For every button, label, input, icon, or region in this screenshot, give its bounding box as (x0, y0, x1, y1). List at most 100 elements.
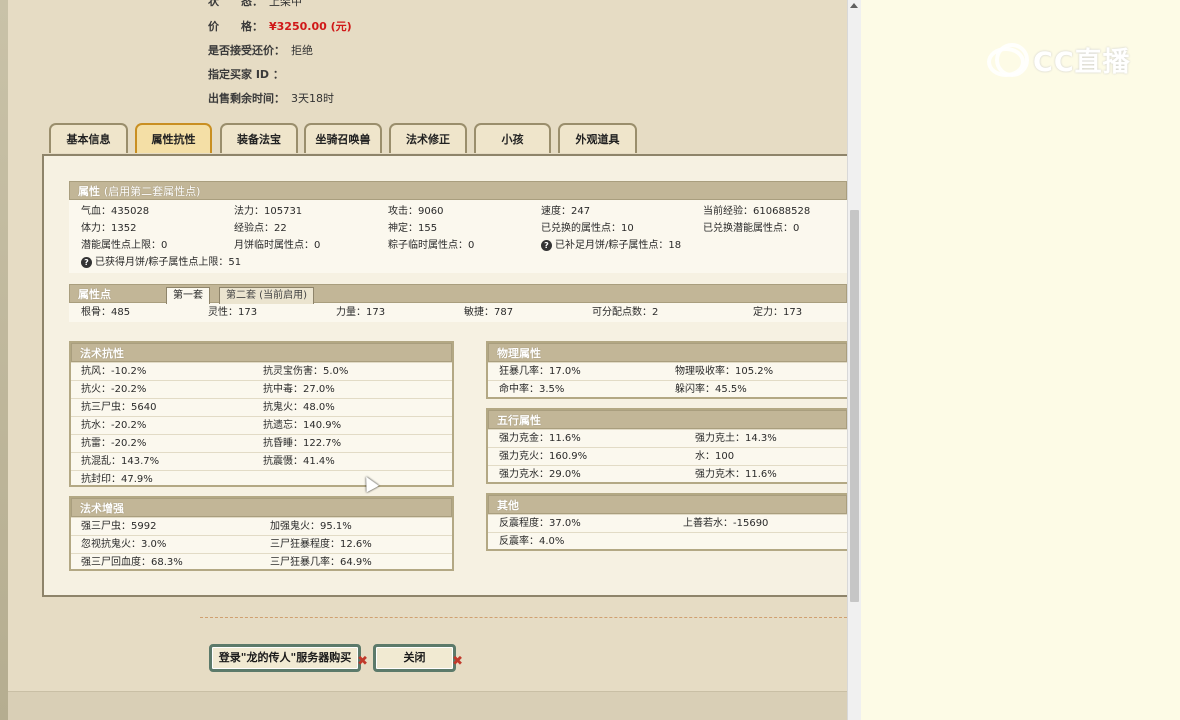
other-row: 反震程度：37.0% 上善若水：-15690 (488, 514, 847, 532)
help-icon[interactable]: ? (81, 256, 92, 268)
counter-offer-value: 拒绝 (291, 44, 313, 57)
concentration-value: 定力：173 (753, 307, 803, 318)
counter-offer-line: 是否接受还价： 拒绝 (208, 42, 313, 58)
price-line: 价 格： ¥3250.00 (元) (208, 18, 352, 34)
element-row: 强力克金：11.6% 强力克土：14.3% (488, 429, 847, 447)
window-edge (0, 0, 8, 720)
other-row: 反震率：4.0% (488, 532, 847, 550)
counter-wood: 强力克木：11.6% (695, 469, 777, 480)
remaining-time-value: 3天18时 (291, 92, 334, 105)
tab-attributes[interactable]: 属性抗性 (135, 123, 212, 153)
resist-row: 抗三尸虫：5640 抗鬼火：48.0% (71, 398, 452, 416)
resist-forget: 抗遗忘：140.9% (263, 420, 342, 431)
price-key: 价 格： (208, 20, 263, 33)
help-icon[interactable]: ? (541, 239, 552, 251)
tab-appearance-items[interactable]: 外观道具 (558, 123, 637, 153)
agility-value: 敏捷：787 (464, 307, 514, 318)
composure-value: 神定：155 (388, 223, 438, 234)
spell-resistance-section: 法术抗性 抗风：-10.2% 抗灵宝伤害：5.0% 抗火：-20.2% 抗中毒：27… (69, 341, 454, 487)
tab-children[interactable]: 小孩 (474, 123, 551, 153)
physical-row: 狂暴几率：17.0% 物理吸收率：105.2% (488, 362, 847, 380)
resist-seal: 抗封印：47.9% (81, 474, 153, 485)
panel-footer-strip (8, 691, 847, 720)
resist-row: 抗火：-20.2% 抗中毒：27.0% (71, 380, 452, 398)
close-icon: ✖ (357, 654, 368, 669)
attributes-section: 属性 (启用第二套属性点) 气血：435028 法力：105731 攻击：906… (69, 181, 847, 273)
divider (200, 617, 847, 618)
element-row: 强力克火：160.9% 水：100 (488, 447, 847, 465)
resist-row: 抗风：-10.2% 抗灵宝伤害：5.0% (71, 362, 452, 380)
corpse-heal-degree: 强三尸回血度：68.3% (81, 557, 183, 568)
resist-thunder: 抗雷：-20.2% (81, 438, 147, 449)
resist-corpse-worm: 抗三尸虫：5640 (81, 402, 157, 413)
ignore-ghost-fire-resist: 忽视抗鬼火：3.0% (81, 539, 167, 550)
physical-absorb: 物理吸收率：105.2% (675, 366, 774, 377)
login-buy-button[interactable]: 登录"龙的传人"服务器购买 ✖ (209, 644, 368, 672)
boost-ghost-fire: 加强鬼火：95.1% (270, 521, 352, 532)
spell-boost-header: 法术增强 (71, 498, 452, 517)
spell-resistance-header: 法术抗性 (71, 343, 452, 362)
resist-water: 抗水：-20.2% (81, 420, 147, 431)
dodge-rate: 躲闪率：45.5% (675, 384, 747, 395)
status-line: 状 态： 上架中 (208, 0, 302, 9)
strength-value: 力量：173 (336, 307, 386, 318)
exp-points-value: 经验点：22 (234, 223, 287, 234)
resist-sleep: 抗昏睡：122.7% (263, 438, 342, 449)
footnote-value: ? 已获得月饼/粽子属性点上限：51 (81, 254, 241, 271)
watermark-text: CC直播 (1033, 47, 1131, 78)
boost-row: 忽视抗鬼火：3.0% 三尸狂暴程度：12.6% (71, 535, 452, 553)
vertical-scrollbar[interactable] (847, 0, 861, 720)
login-buy-label: 登录"龙的传人"服务器购买 (218, 651, 352, 664)
mooncake-temp-value: 月饼临时属性点：0 (234, 240, 321, 251)
water-virtue: 上善若水：-15690 (683, 518, 769, 529)
physical-section: 物理属性 狂暴几率：17.0% 物理吸收率：105.2% 命中率：3.5% 躲闪率：… (486, 341, 847, 399)
attributes-header: 属性 (启用第二套属性点) (69, 181, 847, 200)
tab-mounts-summons[interactable]: 坐骑召唤兽 (304, 123, 382, 153)
five-elements-header: 五行属性 (488, 410, 847, 429)
hit-rate: 命中率：3.5% (499, 384, 565, 395)
five-elements-section: 五行属性 强力克金：11.6% 强力克土：14.3% 强力克火：160.9% 水：1… (486, 408, 847, 484)
spell-boost-section: 法术增强 强三尸虫：5992 加强鬼火：95.1% 忽视抗鬼火：3.0% 三尸狂暴程… (69, 496, 454, 571)
tab-basic-info[interactable]: 基本信息 (49, 123, 128, 153)
counter-fire: 强力克火：160.9% (499, 451, 588, 462)
exchanged-points-value: 已兑换的属性点：10 (541, 223, 634, 234)
speed-value: 速度：247 (541, 206, 591, 217)
remaining-time-key: 出售剩余时间： (208, 92, 285, 105)
counter-metal: 强力克金：11.6% (499, 433, 581, 444)
constitution-value: 根骨：485 (81, 307, 131, 318)
scroll-thumb[interactable] (850, 210, 859, 602)
tab-spell-modifiers[interactable]: 法术修正 (389, 123, 467, 153)
exchanged-potential-value: 已兑换潜能属性点：0 (703, 223, 800, 234)
scroll-up-icon[interactable] (850, 3, 858, 8)
close-icon: ✖ (452, 654, 463, 669)
watermark-logo: CC直播 (985, 40, 1131, 79)
resist-poison: 抗中毒：27.0% (263, 384, 335, 395)
attributes-subtitle: (启用第二套属性点) (103, 185, 201, 198)
current-exp-value: 当前经验：610688528 (703, 206, 811, 217)
element-row: 强力克水：29.0% 强力克木：11.6% (488, 465, 847, 483)
attribute-points-row: 根骨：485 灵性：173 力量：173 敏捷：787 可分配点数：2 定力：1… (69, 304, 847, 321)
spirit-value: 灵性：173 (208, 307, 258, 318)
corpse-frenzy-rate: 三尸狂暴几率：64.9% (270, 557, 372, 568)
resist-row: 抗封印：47.9% (71, 470, 452, 488)
attributes-row: 潜能属性点上限：0 月饼临时属性点：0 粽子临时属性点：0 ? 已补足月饼/粽子属… (69, 237, 847, 254)
boost-row: 强三尸虫：5992 加强鬼火：95.1% (71, 517, 452, 535)
counter-shock-degree: 反震程度：37.0% (499, 518, 581, 529)
boost-row: 强三尸回血度：68.3% 三尸狂暴几率：64.9% (71, 553, 452, 571)
other-section: 其他 反震程度：37.0% 上善若水：-15690 反震率：4.0% (486, 493, 847, 551)
resist-wind: 抗风：-10.2% (81, 366, 147, 377)
counter-offer-key: 是否接受还价： (208, 44, 285, 57)
tab-equipment[interactable]: 装备法宝 (220, 123, 298, 153)
tab-point-set-1[interactable]: 第一套 (166, 287, 210, 304)
mp-value: 法力：105731 (234, 206, 303, 217)
tab-point-set-2[interactable]: 第二套 (当前启用) (219, 287, 314, 304)
attributes-row: 气血：435028 法力：105731 攻击：9060 速度：247 当前经验：… (69, 203, 847, 220)
filled-points-value: ? 已补足月饼/粽子属性点：18 (541, 237, 681, 254)
close-button[interactable]: 关闭 ✖ (373, 644, 463, 672)
resist-fire: 抗火：-20.2% (81, 384, 147, 395)
resist-treasure: 抗灵宝伤害：5.0% (263, 366, 349, 377)
zongzi-temp-value: 粽子临时属性点：0 (388, 240, 475, 251)
corpse-frenzy-degree: 三尸狂暴程度：12.6% (270, 539, 372, 550)
designated-buyer-key: 指定买家 ID ： (208, 68, 284, 81)
resist-row: 抗雷：-20.2% 抗昏睡：122.7% (71, 434, 452, 452)
